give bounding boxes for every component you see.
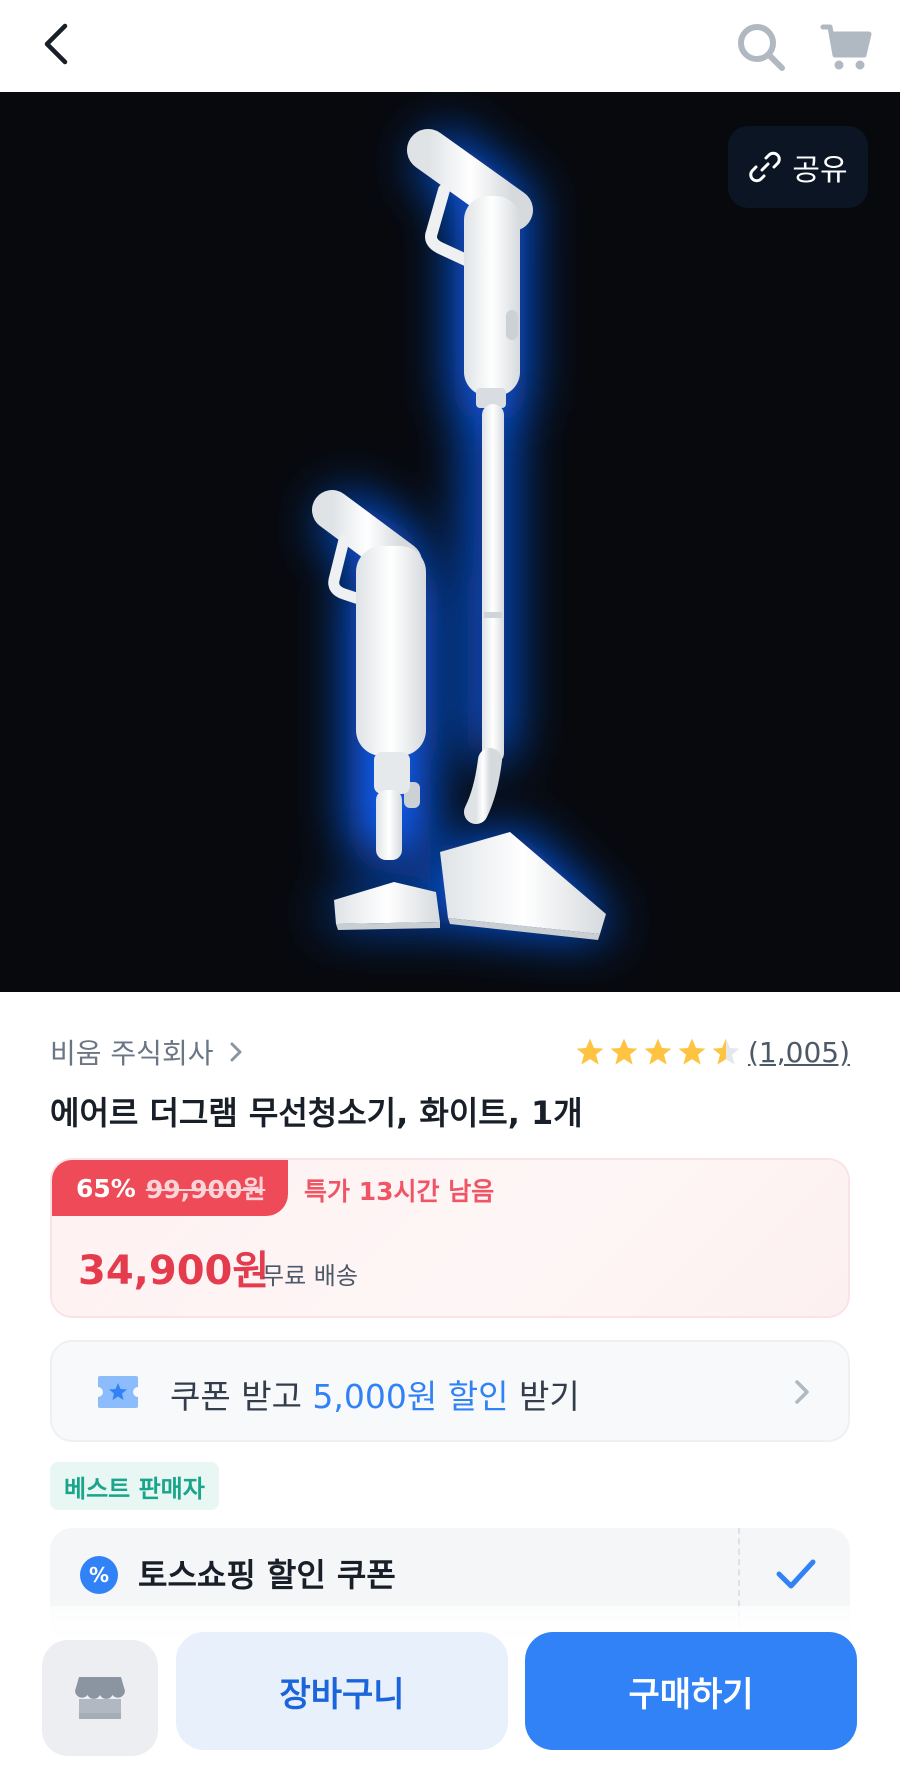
discount-tag: 65% 99,900원 bbox=[52, 1160, 288, 1216]
shipping-info: 무료 배송 bbox=[262, 1262, 358, 1290]
search-icon bbox=[738, 24, 785, 71]
discount-rate: 65% bbox=[76, 1173, 136, 1203]
coupon-icon bbox=[98, 1376, 138, 1408]
discount-coupon-label: 토스쇼핑 할인 쿠폰 bbox=[138, 1556, 396, 1594]
star-icon bbox=[678, 1038, 706, 1065]
star-icon bbox=[610, 1038, 638, 1065]
coupon-banner[interactable]: 쿠폰 받고 5,000원 할인 받기 bbox=[50, 1340, 850, 1442]
link-icon bbox=[749, 151, 782, 183]
product-image[interactable]: 공유 bbox=[0, 92, 900, 992]
half-star-icon bbox=[712, 1038, 740, 1065]
seller-rating-row: 비움 주식회사 (1,005) bbox=[50, 1030, 850, 1074]
share-button[interactable]: 공유 bbox=[728, 126, 868, 208]
original-price: 99,900원 bbox=[145, 1175, 266, 1204]
price-box: 65% 99,900원 특가 13시간 남음 34,900원 무료 배송 bbox=[50, 1158, 850, 1318]
check-icon[interactable] bbox=[774, 1554, 818, 1594]
sale-price: 34,900원 bbox=[78, 1248, 270, 1294]
store-icon bbox=[75, 1677, 125, 1719]
add-to-cart-button[interactable]: 장바구니 bbox=[176, 1632, 508, 1750]
seller-link[interactable]: 비움 주식회사 bbox=[50, 1030, 243, 1074]
star-icon bbox=[644, 1038, 672, 1065]
top-bar bbox=[0, 0, 900, 92]
star-icon bbox=[576, 1038, 604, 1065]
coupon-text: 쿠폰 받고 5,000원 할인 받기 bbox=[170, 1377, 580, 1416]
buy-now-button[interactable]: 구매하기 bbox=[525, 1632, 857, 1750]
back-button[interactable] bbox=[30, 16, 82, 72]
share-label: 공유 bbox=[792, 153, 848, 188]
best-seller-badge: 베스트 판매자 bbox=[50, 1462, 219, 1510]
cart-icon bbox=[820, 24, 872, 70]
search-button[interactable] bbox=[730, 16, 792, 78]
product-title: 에어르 더그램 무선청소기, 화이트, 1개 bbox=[50, 1094, 583, 1132]
vacuum-image bbox=[312, 128, 611, 940]
store-button[interactable] bbox=[42, 1640, 158, 1756]
seller-name: 비움 주식회사 bbox=[50, 1037, 214, 1070]
star-rating bbox=[574, 1036, 742, 1068]
cart-button[interactable] bbox=[815, 16, 877, 78]
rating-link[interactable]: (1,005) bbox=[574, 1030, 850, 1074]
chevron-left-icon bbox=[44, 23, 68, 65]
percent-icon: % bbox=[80, 1556, 118, 1594]
bottom-action-bar: 장바구니 구매하기 bbox=[0, 1606, 900, 1772]
deal-timer: 특가 13시간 남음 bbox=[304, 1177, 495, 1206]
chevron-right-icon bbox=[230, 1042, 242, 1062]
review-count: (1,005) bbox=[747, 1035, 850, 1069]
chevron-right-icon bbox=[795, 1380, 809, 1404]
